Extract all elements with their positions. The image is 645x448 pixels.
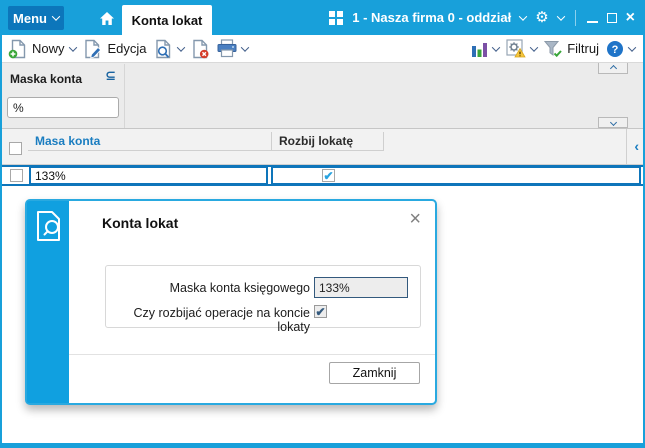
collapse-toolbar-tab[interactable] (598, 63, 628, 74)
filter-operator-icon[interactable]: ⊆ (105, 69, 116, 84)
chevron-up-icon (609, 64, 617, 72)
rozbij-operacje-label: Czy rozbijać operacje na koncie lokaty (133, 306, 310, 334)
dialog-footer: Zamknij (69, 354, 435, 403)
filter-button-label: Filtruj (567, 40, 599, 56)
maska-konta-label: Maska konta księgowego (169, 281, 310, 295)
column-header-rozbij-lokate[interactable]: Rozbij lokatę (272, 132, 384, 151)
chart-button[interactable] (471, 40, 501, 58)
home-icon (100, 11, 114, 25)
column-header-masa-konta[interactable]: Masa konta (28, 132, 272, 151)
rozbij-lokate-checkbox[interactable]: ✔ (322, 169, 335, 182)
dialog-title: Konta lokat (102, 215, 179, 231)
menu-button[interactable]: Menu (8, 6, 64, 30)
chevron-down-icon (627, 42, 637, 52)
toolbar: Nowy Edycja Filtruj ? (2, 35, 643, 62)
window-border-left (0, 0, 2, 448)
new-button-label: Nowy (32, 40, 65, 56)
tab-label: Konta lokat (131, 12, 203, 28)
menu-button-label: Menu (13, 10, 47, 26)
filter-button[interactable]: Filtruj (544, 40, 599, 58)
collapse-side-panel-icon[interactable]: ‹ (634, 139, 639, 153)
grid-edit-row[interactable]: ✔ (2, 165, 643, 186)
company-selector-label[interactable]: 1 - Nasza firma 0 - oddział (352, 10, 511, 25)
filter-panel: Maska konta ⊆ (2, 62, 643, 128)
new-button[interactable]: Nowy (8, 39, 77, 59)
column-header-label: Rozbij lokatę (279, 134, 354, 148)
side-panel-divider (626, 129, 627, 164)
close-dialog-button[interactable]: Zamknij (329, 362, 420, 384)
delete-document-icon (192, 39, 209, 58)
search-document-icon (155, 39, 170, 58)
settings-warning-button[interactable] (506, 39, 539, 58)
row-rozbij-lokate-cell[interactable]: ✔ (271, 166, 641, 185)
row-maska-konta-input[interactable] (29, 166, 268, 185)
collapse-filter-tab[interactable] (598, 117, 628, 128)
grid-header: Masa konta Rozbij lokatę ‹ (2, 128, 643, 165)
help-button[interactable]: ? (606, 40, 637, 58)
home-button[interactable] (97, 8, 117, 28)
chevron-down-icon (491, 42, 501, 52)
help-icon: ? (607, 40, 623, 57)
titlebar-separator (574, 9, 576, 26)
maska-konta-ksiegowego-input[interactable] (314, 277, 408, 298)
filter-mask-input[interactable] (7, 97, 119, 118)
print-button[interactable] (217, 39, 249, 58)
close-dialog-button-label: Zamknij (352, 366, 397, 380)
chevron-down-icon (51, 12, 61, 21)
search-button[interactable] (154, 39, 185, 59)
titlebar: Menu Konta lokat 1 - Nasza firma 0 - odd… (0, 0, 645, 35)
maximize-button[interactable] (606, 12, 617, 23)
dialog-close-icon[interactable]: × (409, 209, 421, 229)
edit-document-icon (84, 39, 101, 58)
filter-field-label: Maska konta (10, 72, 83, 86)
dialog-accent-strip (27, 201, 69, 403)
titlebar-right-cluster: 1 - Nasza firma 0 - oddział ⚙ × (329, 0, 635, 35)
new-document-icon (8, 39, 26, 58)
apps-grid-icon[interactable] (329, 10, 344, 25)
document-search-icon (37, 211, 60, 241)
chevron-down-icon (240, 42, 249, 52)
chevron-down-icon (609, 118, 617, 127)
chevron-down-icon[interactable] (556, 11, 565, 21)
chevron-down-icon (529, 42, 539, 52)
filter-column-divider (124, 64, 125, 128)
chevron-down-icon[interactable] (518, 11, 528, 21)
printer-icon (217, 39, 237, 58)
dialog-fields-group: Maska konta księgowego Czy rozbijać oper… (105, 265, 421, 334)
edit-button[interactable]: Edycja (83, 39, 147, 59)
chevron-down-icon (68, 42, 77, 52)
chevron-down-icon (176, 42, 185, 52)
svg-text:?: ? (612, 44, 619, 56)
minimize-button[interactable] (586, 20, 598, 23)
select-all-checkbox[interactable] (9, 142, 22, 155)
rozbij-operacje-row: Czy rozbijać operacje na koncie lokaty ✔ (106, 305, 420, 334)
close-window-button[interactable]: × (626, 9, 635, 26)
app-window: Menu Konta lokat 1 - Nasza firma 0 - odd… (0, 0, 645, 448)
konta-lokat-dialog: Konta lokat × Maska konta księgowego Czy… (25, 199, 437, 405)
delete-button[interactable] (191, 39, 210, 59)
settings-gear-icon[interactable]: ⚙ (535, 10, 548, 25)
gear-warning-icon (506, 39, 526, 58)
rozbij-operacje-checkbox[interactable]: ✔ (314, 305, 327, 318)
maska-konta-row: Maska konta księgowego (106, 277, 420, 298)
row-select-checkbox[interactable] (10, 169, 23, 182)
bar-chart-icon (472, 42, 488, 57)
edit-button-label: Edycja (107, 40, 147, 56)
filter-funnel-icon (544, 40, 562, 57)
window-border-bottom (0, 443, 645, 448)
tab-konta-lokat[interactable]: Konta lokat (122, 5, 212, 35)
column-header-label: Masa konta (35, 134, 101, 148)
